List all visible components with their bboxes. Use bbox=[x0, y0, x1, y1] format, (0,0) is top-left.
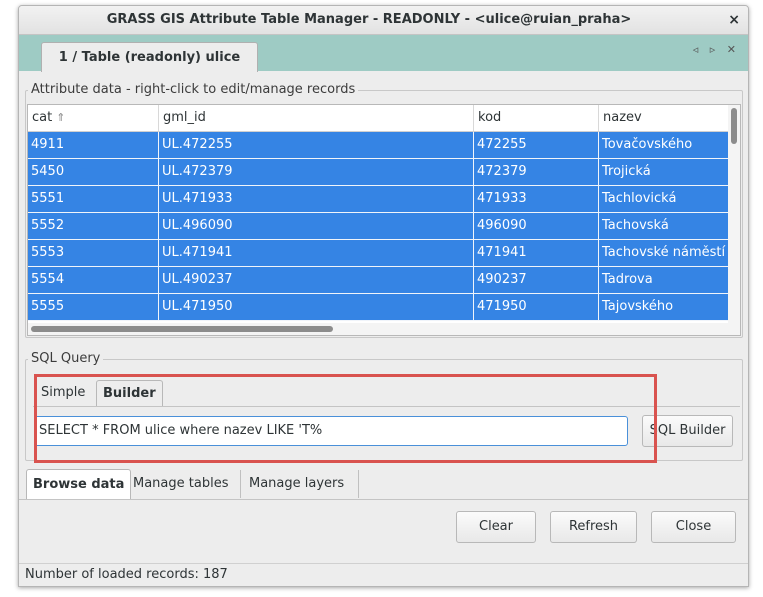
cell-cat: 5551 bbox=[28, 186, 159, 213]
cell-nazev: Tachovská bbox=[599, 213, 728, 240]
attribute-data-label: Attribute data - right-click to edit/man… bbox=[28, 82, 359, 97]
sql-builder-button[interactable]: SQL Builder bbox=[642, 415, 733, 447]
cell-kod: 471941 bbox=[474, 240, 599, 267]
sql-query-label: SQL Query bbox=[28, 351, 104, 366]
cell-kod: 472255 bbox=[474, 132, 599, 159]
cell-cat: 5555 bbox=[28, 294, 159, 321]
tab-browse-data[interactable]: Browse data bbox=[26, 469, 132, 499]
cell-cat: 5450 bbox=[28, 159, 159, 186]
cell-cat: 5552 bbox=[28, 213, 159, 240]
table-row[interactable]: 5553 UL.471941 471941 Tachovské náměstí bbox=[28, 240, 728, 267]
sql-query-input[interactable]: SELECT * FROM ulice where nazev LIKE 'T% bbox=[34, 416, 628, 446]
close-window-icon[interactable]: × bbox=[728, 6, 740, 34]
cell-gml-id: UL.490237 bbox=[159, 267, 474, 294]
cell-cat: 5554 bbox=[28, 267, 159, 294]
close-button[interactable]: Close bbox=[651, 511, 736, 543]
cell-kod: 471950 bbox=[474, 294, 599, 321]
table-row[interactable]: 5551 UL.471933 471933 Tachlovická bbox=[28, 186, 728, 213]
column-header-gml-id[interactable]: gml_id bbox=[159, 105, 474, 131]
table-row[interactable]: 4911 UL.472255 472255 Tovačovského bbox=[28, 132, 728, 159]
cell-cat: 4911 bbox=[28, 132, 159, 159]
horizontal-scrollbar-thumb[interactable] bbox=[31, 326, 333, 332]
notebook-tab-strip: 1 / Table (readonly) ulice ◃ ▹ ✕ bbox=[19, 35, 748, 72]
table-row[interactable]: 5554 UL.490237 490237 Tadrova bbox=[28, 267, 728, 294]
cell-nazev: Tadrova bbox=[599, 267, 728, 294]
tab-table-ulice[interactable]: 1 / Table (readonly) ulice bbox=[41, 42, 258, 72]
column-header-cat-label: cat bbox=[32, 110, 53, 125]
status-bar: Number of loaded records: 187 bbox=[19, 563, 748, 586]
column-header-cat[interactable]: cat ⇑ bbox=[28, 105, 159, 131]
table-row[interactable]: 5450 UL.472379 472379 Trojická bbox=[28, 159, 728, 186]
cell-gml-id: UL.472255 bbox=[159, 132, 474, 159]
attribute-table-manager-window: GRASS GIS Attribute Table Manager - READ… bbox=[18, 5, 749, 587]
tab-separator bbox=[358, 470, 359, 498]
vertical-scrollbar-thumb[interactable] bbox=[731, 108, 737, 144]
clear-button[interactable]: Clear bbox=[456, 511, 536, 543]
cell-cat: 5553 bbox=[28, 240, 159, 267]
tab-manage-tables[interactable]: Manage tables bbox=[127, 469, 234, 499]
tab-builder[interactable]: Builder bbox=[96, 380, 163, 406]
sort-ascending-icon: ⇑ bbox=[56, 111, 66, 124]
cell-kod: 471933 bbox=[474, 186, 599, 213]
cell-kod: 496090 bbox=[474, 213, 599, 240]
table-row[interactable]: 5555 UL.471950 471950 Tajovského bbox=[28, 294, 728, 321]
notebook-nav-icons[interactable]: ◃ ▹ ✕ bbox=[693, 43, 740, 56]
cell-nazev: Tachlovická bbox=[599, 186, 728, 213]
table-header: cat ⇑ gml_id kod nazev bbox=[28, 105, 740, 132]
cell-gml-id: UL.496090 bbox=[159, 213, 474, 240]
column-header-kod[interactable]: kod bbox=[474, 105, 599, 131]
cell-gml-id: UL.471950 bbox=[159, 294, 474, 321]
tab-manage-layers[interactable]: Manage layers bbox=[243, 469, 350, 499]
tab-table-ulice-label: 1 / Table (readonly) ulice bbox=[58, 50, 241, 65]
title-bar[interactable]: GRASS GIS Attribute Table Manager - READ… bbox=[19, 6, 748, 35]
column-header-nazev[interactable]: nazev bbox=[599, 105, 740, 131]
cell-gml-id: UL.471941 bbox=[159, 240, 474, 267]
attribute-table[interactable]: cat ⇑ gml_id kod nazev 4911 UL.472255 472… bbox=[27, 104, 741, 336]
cell-nazev: Tajovského bbox=[599, 294, 728, 321]
window-title: GRASS GIS Attribute Table Manager - READ… bbox=[106, 12, 632, 27]
cell-nazev: Tachovské náměstí bbox=[599, 240, 728, 267]
table-row[interactable]: 5552 UL.496090 496090 Tachovská bbox=[28, 213, 728, 240]
cell-kod: 472379 bbox=[474, 159, 599, 186]
subtab-divider bbox=[33, 406, 740, 407]
tab-simple[interactable]: Simple bbox=[35, 380, 91, 406]
cell-nazev: Tovačovského bbox=[599, 132, 728, 159]
cell-gml-id: UL.471933 bbox=[159, 186, 474, 213]
bottom-tabs-divider bbox=[19, 499, 748, 500]
cell-kod: 490237 bbox=[474, 267, 599, 294]
refresh-button[interactable]: Refresh bbox=[550, 511, 637, 543]
cell-nazev: Trojická bbox=[599, 159, 728, 186]
cell-gml-id: UL.472379 bbox=[159, 159, 474, 186]
horizontal-scrollbar[interactable] bbox=[28, 323, 740, 335]
vertical-scrollbar[interactable] bbox=[728, 105, 740, 323]
tab-separator bbox=[240, 470, 241, 498]
